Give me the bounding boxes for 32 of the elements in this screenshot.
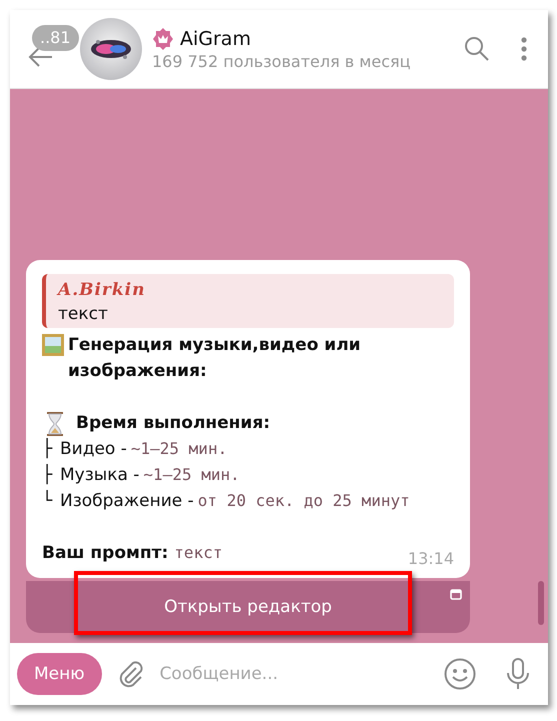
menu-button[interactable]: Меню	[17, 653, 102, 695]
hourglass-icon	[46, 412, 64, 436]
microphone-icon[interactable]	[506, 658, 530, 690]
quote-text: текст	[58, 303, 109, 326]
item-value: ~1–25 мин.	[143, 464, 240, 486]
emoji-icon[interactable]	[444, 658, 476, 690]
window-icon	[450, 589, 462, 600]
item-value: ~1–25 мин.	[130, 438, 228, 460]
message-heading: Генерация музыки,видео или изображения:	[68, 334, 362, 383]
tree-branch: └	[42, 489, 54, 513]
prompt-label: Ваш промпт:	[42, 542, 168, 565]
prompt-value: текст	[174, 542, 222, 564]
open-editor-button[interactable]: Открыть редактор	[26, 581, 470, 633]
item-value: от 20 сек. до 25 минут	[198, 490, 410, 512]
message-time: 13:14	[408, 548, 454, 570]
search-icon[interactable]	[464, 36, 490, 62]
tree-branch: ├	[42, 437, 54, 461]
tree-branch: ├	[42, 463, 54, 487]
quote-author: A.Birkin	[58, 279, 146, 302]
more-menu-icon[interactable]	[520, 37, 528, 61]
scrollbar[interactable]	[538, 581, 544, 625]
paperclip-icon[interactable]	[118, 659, 144, 689]
back-arrow-icon[interactable]	[28, 46, 54, 68]
unread-count-badge: ..81	[32, 25, 79, 51]
item-label: Музыка -	[60, 464, 140, 487]
framed-picture-icon	[42, 334, 64, 356]
member-count: 169 752 пользователя в месяц	[152, 52, 412, 70]
crown-badge-icon	[152, 28, 174, 50]
item-label: Изображение -	[60, 490, 194, 513]
time-heading: Время выполнения:	[76, 412, 270, 435]
item-label: Видео -	[60, 438, 127, 461]
chat-title: AiGram	[180, 28, 251, 50]
